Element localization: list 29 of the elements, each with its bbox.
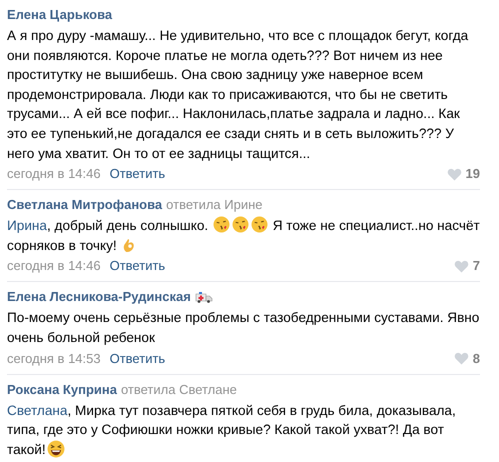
- author-name[interactable]: Елена Царькова: [7, 6, 112, 24]
- comment-text: Ирина, добрый день солнышко. Я тоже не специалист..но насчёт сорняков в точку!: [7, 216, 480, 255]
- reply-to-label: ответила Ирине: [166, 196, 263, 214]
- mention-link[interactable]: Ирина: [7, 218, 47, 234]
- mention-link[interactable]: Светлана: [7, 402, 68, 418]
- comment-date: сегодня в 14:46: [7, 257, 101, 276]
- kissing-face-icon: [250, 216, 268, 234]
- kissing-face-icon: [232, 216, 249, 234]
- like-count: 19: [466, 165, 480, 184]
- ambulance-icon: [194, 291, 213, 304]
- reply-link[interactable]: Ответить: [110, 257, 166, 276]
- reply-link[interactable]: Ответить: [110, 350, 166, 368]
- like-count: 7: [472, 257, 480, 276]
- heart-icon[interactable]: [454, 352, 469, 366]
- reply-link[interactable]: Ответить: [110, 165, 166, 184]
- heart-icon[interactable]: [446, 168, 462, 181]
- kissing-face-icon: [212, 216, 230, 234]
- like-count: 8: [472, 350, 480, 368]
- comment-date: сегодня в 14:46: [7, 165, 101, 184]
- author-name[interactable]: Светлана Митрофанова: [7, 196, 162, 214]
- laughing-face-icon: [46, 440, 65, 458]
- comment-text: А я про дуру -мамашу... Не удивительно, что все с площадок бегут, когда они появляются. Короче платье не могла одеть??? Вот ничем из нее проститутку не вышибешь. Она свою задницу уже наверное всем продемонстрировала. Люди как то присаживаются, что бы не светить трусами... А ей все пофиг... Наклонилась,платье задрала и ладно... Как это ее тупенький,не догадался ее сзади снять и в сеть выложить??? У него ума хватит. Он то от ее задницы тащится...: [7, 27, 470, 163]
- comment-text: По-моему очень серьёзные проблемы с тазобедренными суставами. Явно очень больной ребенок: [7, 309, 480, 347]
- author-name[interactable]: Елена Лесникова-Рудинская: [7, 288, 191, 306]
- comment-date: сегодня в 14:53: [7, 350, 101, 368]
- comment-text: Светлана, Мирка тут позавчера пяткой себя в грудь била, доказывала, типа, где это у Софиюшки ножки кривые? Какой такой ухват?! Да вот такой!: [7, 402, 457, 460]
- heart-icon[interactable]: [454, 260, 469, 273]
- reply-to-label: ответила Светлане: [120, 380, 237, 399]
- author-name[interactable]: Роксана Куприна: [7, 380, 117, 399]
